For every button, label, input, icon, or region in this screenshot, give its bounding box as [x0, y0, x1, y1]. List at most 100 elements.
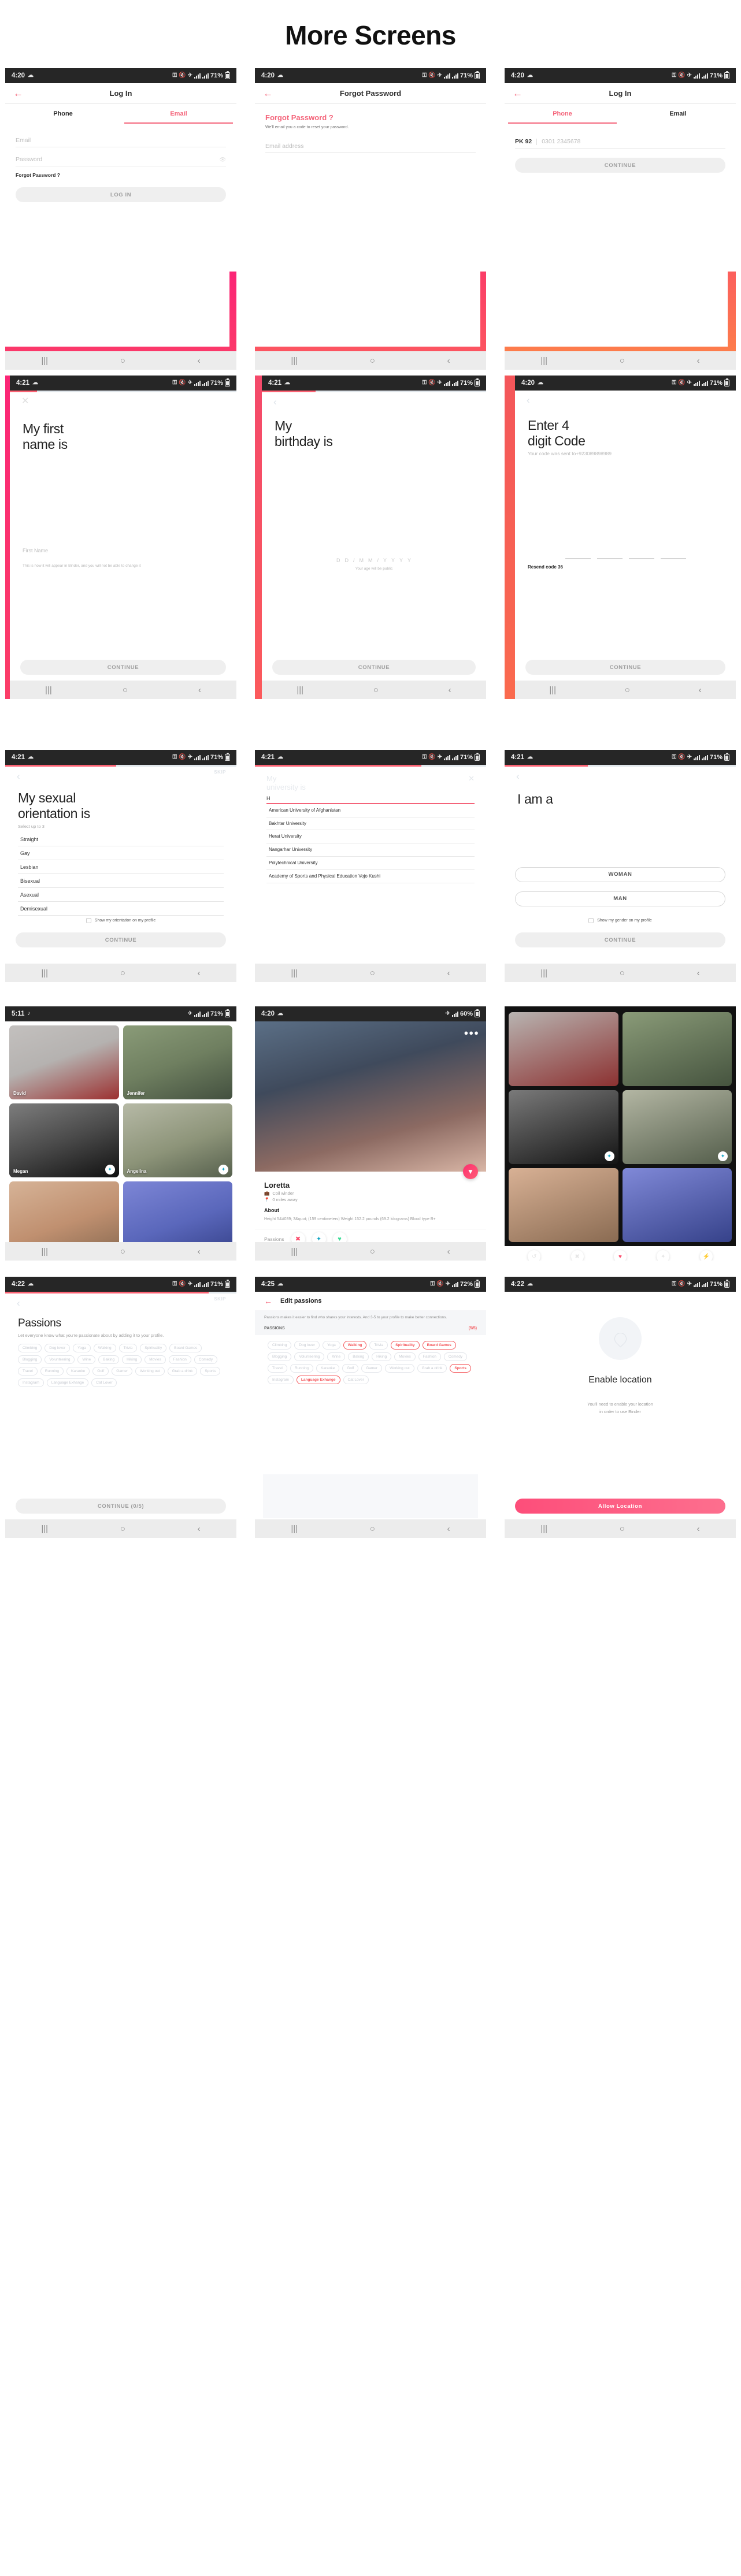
- nav-home-icon[interactable]: ○: [370, 1525, 375, 1533]
- profile-card[interactable]: Jennifer: [123, 1025, 232, 1099]
- nav-back-icon[interactable]: ‹: [198, 686, 201, 694]
- star-icon[interactable]: ✦: [218, 1165, 228, 1174]
- back-chevron-icon[interactable]: ‹: [515, 391, 736, 405]
- boost-icon[interactable]: ⚡: [699, 1250, 713, 1261]
- option-straight[interactable]: Straight: [18, 832, 224, 847]
- nav-home-icon[interactable]: ○: [625, 686, 630, 694]
- passion-chip[interactable]: Trivia: [369, 1340, 388, 1350]
- checkbox-icon[interactable]: [86, 918, 91, 923]
- star-icon[interactable]: ✦: [604, 1151, 614, 1161]
- expand-down-icon[interactable]: ▼: [463, 1164, 478, 1179]
- university-result[interactable]: Polytechnical University: [266, 857, 475, 870]
- back-chevron-icon[interactable]: ‹: [262, 392, 486, 407]
- passion-chip[interactable]: Fashion: [418, 1352, 441, 1361]
- continue-button[interactable]: CONTINUE: [20, 660, 226, 675]
- profile-card[interactable]: Angelina ✦: [123, 1103, 232, 1177]
- nav-home-icon[interactable]: ○: [620, 969, 625, 977]
- nav-back-icon[interactable]: ‹: [697, 969, 700, 977]
- passion-chip[interactable]: Blogging: [18, 1355, 42, 1364]
- nav-recents-icon[interactable]: |||: [41, 1247, 48, 1256]
- show-gender-checkbox-row[interactable]: Show my gender on my profile: [505, 918, 736, 923]
- rewind-icon[interactable]: ↺: [528, 1250, 541, 1261]
- passion-chip[interactable]: Cat Lover: [343, 1375, 369, 1384]
- continue-button[interactable]: CONTINUE: [16, 932, 226, 947]
- star-icon[interactable]: ✦: [105, 1165, 115, 1174]
- passion-chip[interactable]: Comedy: [443, 1352, 468, 1361]
- skip-button[interactable]: SKIP: [214, 770, 226, 775]
- nav-home-icon[interactable]: ○: [120, 969, 125, 977]
- nav-home-icon[interactable]: ○: [120, 1247, 125, 1256]
- close-icon[interactable]: ✖: [570, 1250, 584, 1261]
- university-result[interactable]: American University of Afghanistan: [266, 804, 475, 817]
- nav-back-icon[interactable]: ‹: [447, 1247, 450, 1256]
- passion-chip[interactable]: Hiking: [372, 1352, 392, 1361]
- nav-back-icon[interactable]: ‹: [699, 686, 702, 694]
- passion-chip-selected[interactable]: Board Games: [422, 1340, 456, 1350]
- nav-back-icon[interactable]: ‹: [198, 969, 201, 977]
- back-arrow-icon[interactable]: ←: [513, 88, 523, 98]
- checkbox-icon[interactable]: [588, 918, 594, 923]
- passion-chip[interactable]: Dog lover: [45, 1343, 71, 1352]
- nav-back-icon[interactable]: ‹: [447, 356, 450, 365]
- passion-chip[interactable]: Dog lover: [294, 1340, 320, 1350]
- passion-chip-selected[interactable]: Language Exhange: [296, 1375, 340, 1384]
- passion-chip[interactable]: Yoga: [323, 1340, 340, 1350]
- passion-chip[interactable]: Sports: [200, 1366, 221, 1376]
- nav-recents-icon[interactable]: |||: [549, 686, 556, 694]
- eye-off-icon[interactable]: 👁: [220, 157, 226, 163]
- nav-recents-icon[interactable]: |||: [540, 356, 547, 365]
- close-icon[interactable]: ✕: [468, 775, 475, 782]
- passion-chip[interactable]: Grab a drink: [167, 1366, 198, 1376]
- option-man[interactable]: MAN: [515, 891, 725, 906]
- nav-home-icon[interactable]: ○: [370, 1247, 375, 1256]
- email-address-input[interactable]: Email address: [265, 139, 476, 153]
- nav-recents-icon[interactable]: |||: [291, 1525, 298, 1533]
- passion-chip[interactable]: Baking: [98, 1355, 120, 1364]
- login-button[interactable]: LOG IN: [16, 187, 226, 202]
- nav-recents-icon[interactable]: |||: [291, 1247, 298, 1256]
- tab-phone[interactable]: Phone: [5, 104, 121, 124]
- profile-card[interactable]: David: [9, 1025, 119, 1099]
- passion-chip[interactable]: Volunteering: [45, 1355, 75, 1364]
- university-result[interactable]: Academy of Sports and Physical Education…: [266, 870, 475, 883]
- profile-card[interactable]: [622, 1012, 732, 1086]
- passion-chip[interactable]: Spirituality: [140, 1343, 167, 1352]
- tab-email[interactable]: Email: [620, 104, 736, 124]
- password-input[interactable]: Password 👁: [16, 152, 226, 166]
- passion-chip[interactable]: Gamer: [112, 1366, 133, 1376]
- profile-photo[interactable]: ●●● ▼: [255, 1021, 486, 1179]
- allow-location-button[interactable]: Allow Location: [515, 1499, 725, 1514]
- nav-recents-icon[interactable]: |||: [540, 1525, 547, 1533]
- passion-chip[interactable]: Travel: [268, 1363, 287, 1373]
- more-options-icon[interactable]: ●●●: [464, 1028, 479, 1037]
- passion-chip[interactable]: Karaoke: [316, 1363, 340, 1373]
- passion-chip[interactable]: Golf: [92, 1366, 109, 1376]
- passion-chip[interactable]: Language Exhange: [46, 1378, 89, 1387]
- passion-chip[interactable]: Gamer: [361, 1363, 383, 1373]
- nav-home-icon[interactable]: ○: [373, 686, 379, 694]
- passion-chip[interactable]: Volunteering: [294, 1352, 325, 1361]
- university-result[interactable]: Herat University: [266, 830, 475, 844]
- forgot-password-link[interactable]: Forgot Password ?: [16, 172, 226, 178]
- passion-chip[interactable]: Movies: [394, 1352, 416, 1361]
- nav-back-icon[interactable]: ‹: [447, 1525, 450, 1533]
- nav-back-icon[interactable]: ‹: [697, 356, 700, 365]
- continue-button[interactable]: CONTINUE: [272, 660, 476, 675]
- resend-code-link[interactable]: Resend code 36: [515, 564, 736, 570]
- passion-chip[interactable]: Running: [40, 1366, 64, 1376]
- passion-chip[interactable]: Running: [290, 1363, 314, 1373]
- passion-chip[interactable]: Instagram: [268, 1375, 294, 1384]
- passion-chip[interactable]: Blogging: [268, 1352, 292, 1361]
- option-bisexual[interactable]: Bisexual: [18, 874, 224, 889]
- nav-home-icon[interactable]: ○: [120, 356, 125, 365]
- back-arrow-icon[interactable]: ←: [13, 88, 23, 98]
- option-lesbian[interactable]: Lesbian: [18, 860, 224, 875]
- passion-chip[interactable]: Board Games: [169, 1343, 202, 1352]
- passion-chip[interactable]: Walking: [93, 1343, 116, 1352]
- nav-home-icon[interactable]: ○: [620, 1525, 625, 1533]
- country-code[interactable]: PK 92: [515, 138, 532, 145]
- profile-card[interactable]: [509, 1012, 618, 1086]
- university-search-input[interactable]: H: [266, 796, 475, 804]
- passion-chip-selected[interactable]: Sports: [450, 1363, 472, 1373]
- continue-button[interactable]: CONTINUE: [525, 660, 725, 675]
